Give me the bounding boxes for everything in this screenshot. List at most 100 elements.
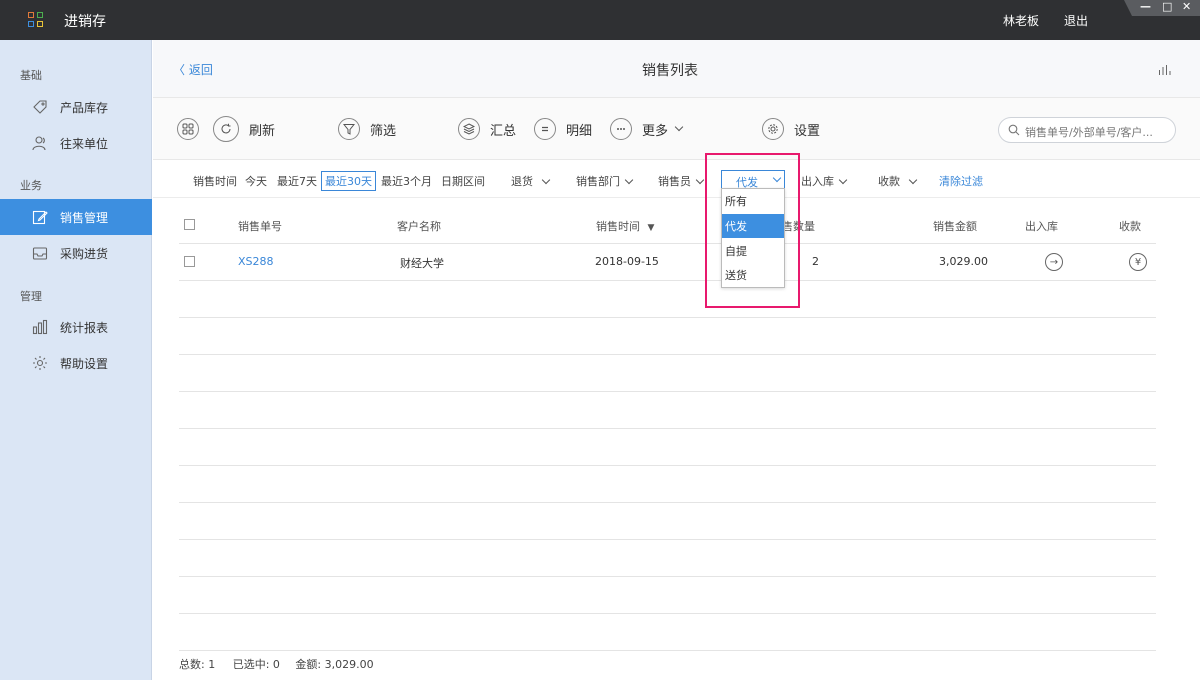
table-row-empty bbox=[179, 281, 1156, 318]
app-logo-icon bbox=[28, 12, 44, 28]
sidebar-group-manage: 管理 bbox=[20, 290, 42, 303]
filter-salesman[interactable]: 销售员 bbox=[658, 173, 705, 189]
col-inout[interactable]: 出入库 bbox=[1025, 218, 1058, 234]
settings-button[interactable]: 设置 bbox=[762, 117, 820, 141]
chevron-down-icon bbox=[838, 175, 848, 185]
table-row-empty bbox=[179, 503, 1156, 540]
col-sale-time[interactable]: 销售时间 ▼ bbox=[596, 218, 654, 234]
minimize-icon[interactable]: — bbox=[1140, 1, 1151, 13]
filter-inout[interactable]: 出入库 bbox=[801, 173, 848, 189]
sidebar-item-contacts[interactable]: 往来单位 bbox=[0, 125, 152, 161]
col-payment[interactable]: 收款 bbox=[1119, 218, 1141, 234]
filter-payment-label: 收款 bbox=[878, 175, 900, 188]
footer-amount: 金额: 3,029.00 bbox=[295, 658, 374, 671]
refresh-button[interactable]: 刷新 bbox=[213, 116, 275, 142]
customer-name: 财经大学 bbox=[400, 257, 444, 270]
table-row-empty bbox=[179, 429, 1156, 466]
maximize-icon[interactable]: □ bbox=[1162, 1, 1172, 13]
sidebar-item-label: 帮助设置 bbox=[60, 357, 109, 371]
filter-date-range[interactable]: 日期区间 bbox=[441, 173, 485, 189]
toolbar: 刷新 筛选 汇总 明细 更多 设置 销售单号/外部单号/客户... bbox=[153, 98, 1200, 160]
sort-desc-icon: ▼ bbox=[647, 223, 655, 233]
grid-button[interactable] bbox=[177, 117, 199, 141]
filter-department[interactable]: 销售部门 bbox=[576, 173, 634, 189]
filter-return[interactable]: 退货 bbox=[511, 173, 551, 189]
table-row-empty bbox=[179, 577, 1156, 614]
gear-icon bbox=[33, 356, 47, 370]
table-row-empty bbox=[179, 540, 1156, 577]
sidebar-item-label: 采购进货 bbox=[60, 247, 109, 261]
window-controls: — □ ✕ bbox=[1124, 0, 1200, 16]
filter-last-3-months[interactable]: 最近3个月 bbox=[381, 173, 432, 189]
highlight-annotation-box bbox=[705, 153, 800, 308]
gear-icon bbox=[762, 118, 784, 140]
order-no-link[interactable]: XS288 bbox=[238, 255, 274, 268]
sidebar-item-help-settings[interactable]: 帮助设置 bbox=[0, 345, 152, 381]
filter-icon bbox=[338, 118, 360, 140]
table-row-empty bbox=[179, 318, 1156, 355]
filter-inout-label: 出入库 bbox=[801, 175, 834, 188]
filter-last-7-days[interactable]: 最近7天 bbox=[277, 173, 317, 189]
back-label: 返回 bbox=[188, 63, 213, 77]
filter-button[interactable]: 筛选 bbox=[338, 117, 396, 141]
grid-icon bbox=[177, 118, 199, 140]
table-row-empty bbox=[179, 466, 1156, 503]
filter-bar: 销售时间 今天 最近7天 最近30天 最近3个月 日期区间 退货 销售部门 销售… bbox=[153, 160, 1200, 198]
yen-icon[interactable]: ¥ bbox=[1129, 253, 1147, 271]
filter-department-label: 销售部门 bbox=[576, 175, 620, 188]
sidebar-item-reports[interactable]: 统计报表 bbox=[0, 309, 152, 345]
chevron-down-icon bbox=[695, 175, 705, 185]
clear-filters-link[interactable]: 清除过滤 bbox=[939, 173, 983, 189]
search-placeholder: 销售单号/外部单号/客户... bbox=[1025, 126, 1153, 139]
chevron-left-icon: 〈 bbox=[173, 63, 186, 77]
equals-icon bbox=[534, 118, 556, 140]
footer-total: 总数: 1 bbox=[179, 658, 216, 671]
chart-icon[interactable] bbox=[1158, 64, 1172, 76]
sidebar-item-label: 销售管理 bbox=[60, 211, 109, 225]
col-amount[interactable]: 销售金额 bbox=[933, 218, 977, 234]
settings-label: 设置 bbox=[794, 123, 821, 139]
page-title: 销售列表 bbox=[642, 63, 698, 79]
col-customer[interactable]: 客户名称 bbox=[397, 218, 441, 234]
sidebar-item-purchase[interactable]: 采购进货 bbox=[0, 235, 152, 271]
search-input[interactable]: 销售单号/外部单号/客户... bbox=[998, 117, 1176, 143]
filter-today[interactable]: 今天 bbox=[245, 173, 267, 189]
select-all-checkbox[interactable] bbox=[184, 219, 195, 230]
table-header: 销售单号 客户名称 销售时间 ▼ 销售数量 销售金额 出入库 收款 bbox=[179, 207, 1156, 244]
detail-button[interactable]: 明细 bbox=[534, 117, 592, 141]
contacts-icon bbox=[32, 136, 46, 151]
summary-label: 汇总 bbox=[490, 123, 517, 139]
more-icon bbox=[610, 118, 632, 140]
filter-label: 筛选 bbox=[370, 123, 397, 139]
table-footer: 总数: 1 已选中: 0 金额: 3,029.00 bbox=[179, 656, 374, 672]
arrow-right-icon[interactable]: → bbox=[1045, 253, 1063, 271]
inbox-icon bbox=[32, 247, 48, 260]
sidebar-item-label: 统计报表 bbox=[60, 321, 109, 335]
sidebar-item-sales[interactable]: 销售管理 bbox=[0, 199, 152, 235]
page-header: 〈 返回 销售列表 bbox=[153, 40, 1200, 98]
sidebar-group-business: 业务 bbox=[20, 179, 42, 192]
back-button[interactable]: 〈 返回 bbox=[173, 61, 213, 78]
sale-amount: 3,029.00 bbox=[939, 255, 988, 268]
app-title: 进销存 bbox=[64, 14, 106, 30]
title-bar: 进销存 林老板 退出 — □ ✕ bbox=[0, 0, 1200, 40]
more-button[interactable]: 更多 bbox=[610, 117, 684, 141]
row-checkbox[interactable] bbox=[184, 256, 195, 267]
col-order-no[interactable]: 销售单号 bbox=[238, 218, 282, 234]
table-row-empty bbox=[179, 614, 1156, 651]
sale-time-label: 销售时间 bbox=[193, 175, 237, 188]
user-name[interactable]: 林老板 bbox=[1003, 12, 1039, 29]
close-icon[interactable]: ✕ bbox=[1182, 1, 1191, 13]
filter-last-30-days[interactable]: 最近30天 bbox=[321, 171, 376, 191]
table-row[interactable]: XS288 财经大学 2018-09-15 2 3,029.00 → ¥ bbox=[179, 244, 1156, 281]
summary-button[interactable]: 汇总 bbox=[458, 117, 516, 141]
sidebar: 基础 产品库存 往来单位 业务 销售管理 采购进货 管理 统计报表 帮助设置 bbox=[0, 40, 152, 680]
filter-payment[interactable]: 收款 bbox=[878, 173, 918, 189]
chevron-down-icon bbox=[624, 175, 634, 185]
bar-chart-icon bbox=[32, 319, 48, 335]
chevron-down-icon bbox=[541, 175, 551, 185]
filter-return-label: 退货 bbox=[511, 175, 533, 188]
sidebar-item-product-stock[interactable]: 产品库存 bbox=[0, 89, 152, 125]
table-row-empty bbox=[179, 392, 1156, 429]
logout-link[interactable]: 退出 bbox=[1064, 12, 1088, 29]
